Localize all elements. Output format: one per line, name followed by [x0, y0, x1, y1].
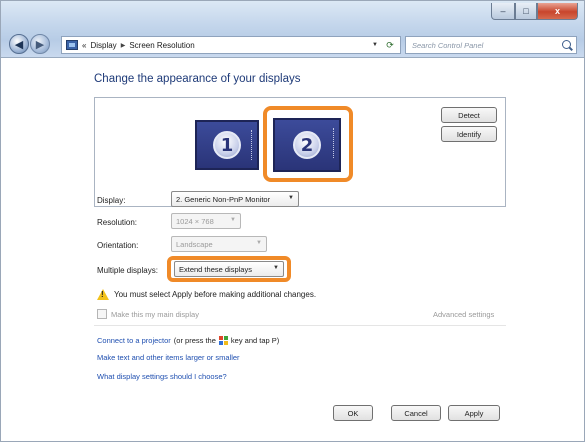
display-preview: 1 2 Detect Identify	[94, 97, 506, 207]
forward-button[interactable]: ▶	[30, 34, 50, 54]
breadcrumb-overflow[interactable]: «	[82, 41, 86, 50]
display-value: 2. Generic Non-PnP Monitor	[176, 194, 271, 204]
page-title: Change the appearance of your displays	[94, 73, 301, 85]
maximize-button[interactable]: □	[515, 3, 537, 20]
close-button[interactable]: x	[537, 3, 578, 20]
breadcrumb-screen-resolution[interactable]: Screen Resolution	[129, 41, 194, 50]
control-panel-icon	[66, 40, 78, 50]
apply-button[interactable]: Apply	[448, 405, 500, 421]
monitor-1-edge	[251, 130, 254, 160]
warning-icon	[97, 289, 109, 300]
detect-button[interactable]: Detect	[441, 107, 497, 123]
warning-text: You must select Apply before making addi…	[114, 290, 317, 299]
orientation-label: Orientation:	[97, 241, 139, 250]
main-display-option: Make this my main display	[97, 309, 199, 319]
chevron-down-icon: ▼	[230, 217, 236, 223]
orientation-value: Landscape	[176, 239, 213, 249]
chevron-down-icon: ▼	[256, 240, 262, 246]
display-label: Display:	[97, 196, 126, 205]
resolution-value: 1024 × 768	[176, 216, 214, 226]
address-dropdown-icon[interactable]: ▼	[372, 42, 378, 48]
projector-row: Connect to a projector (or press the key…	[97, 336, 279, 345]
minimize-button[interactable]: –	[491, 3, 515, 20]
forward-icon: ▶	[35, 38, 45, 51]
projector-hint-start: (or press the	[173, 336, 216, 345]
address-bar[interactable]: « Display ▶ Screen Resolution ▼ ⟳	[61, 36, 401, 54]
refresh-icon[interactable]: ⟳	[382, 38, 398, 52]
orientation-select[interactable]: Landscape ▼	[171, 236, 267, 252]
multiple-displays-label: Multiple displays:	[97, 266, 158, 275]
ok-button[interactable]: OK	[333, 405, 373, 421]
monitor-1[interactable]: 1	[195, 120, 259, 170]
search-input[interactable]: Search Control Panel	[405, 36, 577, 54]
text-size-link[interactable]: Make text and other items larger or smal…	[97, 353, 240, 362]
title-bar: – □ x ◀ ▶ « Display ▶ Screen Resolution …	[1, 1, 584, 58]
monitor-2-highlight	[263, 106, 353, 182]
apply-warning: You must select Apply before making addi…	[97, 289, 316, 300]
windows-key-icon	[218, 336, 228, 345]
content-pane: Change the appearance of your displays 1…	[1, 59, 584, 441]
breadcrumb-separator-icon[interactable]: ▶	[121, 42, 126, 49]
advanced-settings-link[interactable]: Advanced settings	[433, 310, 494, 319]
monitor-number-1: 1	[213, 131, 241, 159]
main-display-checkbox[interactable]	[97, 309, 107, 319]
multiple-displays-highlight	[167, 256, 291, 282]
main-display-label: Make this my main display	[111, 309, 199, 319]
connect-projector-link[interactable]: Connect to a projector	[97, 336, 171, 345]
resolution-select[interactable]: 1024 × 768 ▼	[171, 213, 241, 229]
chevron-down-icon: ▼	[288, 195, 294, 201]
screen-resolution-window: – □ x ◀ ▶ « Display ▶ Screen Resolution …	[0, 0, 585, 442]
search-icon[interactable]	[562, 40, 571, 49]
identify-button[interactable]: Identify	[441, 126, 497, 142]
cancel-button[interactable]: Cancel	[391, 405, 441, 421]
back-button[interactable]: ◀	[9, 34, 29, 54]
breadcrumb-display[interactable]: Display	[90, 41, 116, 50]
projector-hint-end: key and tap P)	[230, 336, 280, 345]
divider	[94, 325, 506, 326]
window-controls: – □ x	[491, 3, 578, 20]
resolution-label: Resolution:	[97, 218, 138, 227]
display-select[interactable]: 2. Generic Non-PnP Monitor ▼	[171, 191, 299, 207]
display-settings-help-link[interactable]: What display settings should I choose?	[97, 372, 227, 381]
back-icon: ◀	[14, 38, 24, 51]
search-placeholder: Search Control Panel	[412, 40, 484, 50]
